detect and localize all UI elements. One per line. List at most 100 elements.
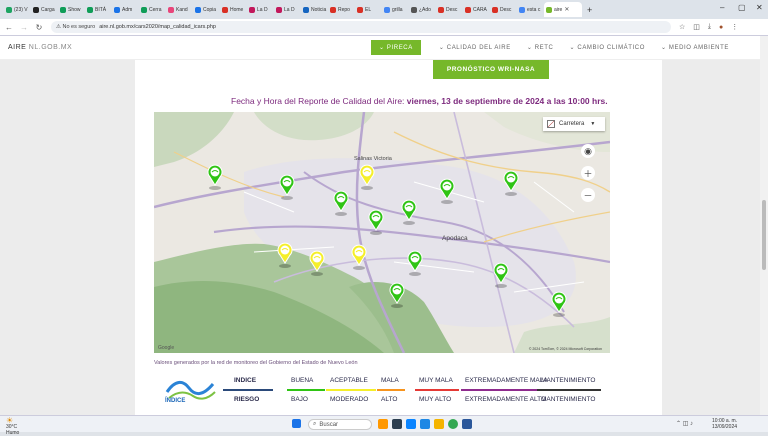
legend-risk-label: MUY ALTO	[419, 396, 452, 403]
station-marker-aceptable[interactable]	[276, 242, 294, 268]
nav-item-label: MEDIO AMBIENTE	[668, 45, 729, 51]
zoom-in-button[interactable]: ＋	[581, 166, 595, 180]
legend-index-header: INDICE	[234, 377, 257, 384]
extensions-icon[interactable]: ◫	[693, 23, 700, 31]
edge-icon[interactable]	[406, 419, 416, 429]
tab-label: Kand	[176, 6, 188, 13]
browser-tab[interactable]: Desc	[436, 2, 462, 17]
station-marker-aceptable[interactable]	[350, 244, 368, 270]
new-tab-button[interactable]: +	[587, 5, 592, 15]
security-indicator[interactable]: ⚠ No es seguro	[56, 24, 95, 30]
browser-tab[interactable]: EL	[355, 2, 381, 17]
taskbar-search[interactable]: ⌕ Buscar	[308, 419, 372, 430]
station-marker-aceptable[interactable]	[358, 164, 376, 190]
tab-favicon	[465, 6, 471, 13]
nav-item-3[interactable]: ⌄ CAMBIO CLIMÁTICO	[569, 44, 645, 51]
station-marker-aceptable[interactable]	[308, 250, 326, 276]
locate-me-icon[interactable]: ◉	[581, 144, 595, 158]
taskbar-clock[interactable]: 10:00 a. m. 13/09/2024	[712, 418, 737, 430]
station-marker-buena[interactable]	[438, 178, 456, 204]
browser-tab[interactable]: Kand	[166, 2, 192, 17]
close-window-icon[interactable]: ✕	[756, 3, 763, 12]
browser-tab[interactable]: La D	[247, 2, 273, 17]
nav-item-1[interactable]: ⌄ CALIDAD DEL AIRE	[439, 44, 511, 51]
browser-tab[interactable]: ¿Ado	[409, 2, 435, 17]
browser-tab[interactable]: esta c	[517, 2, 543, 17]
legend-risk-label: MANTENIMIENTO	[541, 396, 596, 403]
tray-icons[interactable]: ⌃ ◫ ♪	[676, 420, 693, 427]
chrome-icon[interactable]	[448, 419, 458, 429]
zoom-out-button[interactable]: －	[581, 188, 595, 202]
page-scrollbar[interactable]	[760, 36, 768, 415]
browser-tab[interactable]: Home	[220, 2, 246, 17]
tab-label: Copia	[203, 6, 217, 13]
back-icon[interactable]: ←	[3, 23, 15, 32]
station-marker-buena[interactable]	[206, 164, 224, 190]
tab-favicon	[195, 6, 201, 13]
legend-color-bar	[415, 389, 459, 391]
nav-item-0[interactable]: ⌄ PIRECA	[371, 40, 421, 55]
browser-tab[interactable]: grilla	[382, 2, 408, 17]
search-icon: ⌕	[313, 421, 317, 427]
windows-start-icon[interactable]	[292, 419, 301, 428]
station-marker-buena[interactable]	[550, 291, 568, 317]
star-icon[interactable]: ☆	[679, 23, 685, 31]
browser-tab[interactable]: Cerra	[139, 2, 165, 17]
forward-icon[interactable]: →	[18, 23, 30, 32]
station-marker-buena[interactable]	[502, 170, 520, 196]
browser-tab[interactable]: Noticia	[301, 2, 327, 17]
map-pin-icon	[333, 190, 349, 216]
profile-avatar[interactable]: ●	[719, 24, 723, 31]
task-view-icon[interactable]	[392, 419, 402, 429]
browser-menu-icon[interactable]: ⋮	[731, 23, 738, 31]
logo-light: NL.GOB.MX	[28, 44, 73, 51]
air-quality-map[interactable]: Apodaca Salinas Victoria Carretera ▼ ◉ ＋…	[154, 112, 610, 353]
browser-tab[interactable]: Show	[58, 2, 84, 17]
browser-tab[interactable]: Repo	[328, 2, 354, 17]
tab-label: Repo	[338, 6, 350, 13]
station-marker-buena[interactable]	[367, 209, 385, 235]
nav-item-2[interactable]: ⌄ RETC	[527, 44, 554, 51]
nav-item-4[interactable]: ⌄ MEDIO AMBIENTE	[661, 44, 729, 51]
station-marker-buena[interactable]	[278, 174, 296, 200]
browser-tab[interactable]: CARA	[463, 2, 489, 17]
site-logo[interactable]: AIRE NL.GOB.MX	[8, 44, 72, 51]
close-tab-icon[interactable]: ✕	[564, 6, 569, 13]
legend-index-label: ACEPTABLE	[330, 377, 368, 384]
scrollbar-thumb[interactable]	[762, 200, 766, 270]
map-layers-icon	[547, 120, 555, 128]
browser-tab[interactable]: (23) V	[4, 2, 30, 17]
browser-tab-strip: (23) V Carga Show BITÁ Adm Cerra Kand Copia Home…	[0, 0, 768, 19]
map-pin-icon	[551, 291, 567, 317]
report-prefix: Fecha y Hora del Reporte de Calidad del …	[231, 96, 405, 106]
weather-widget[interactable]: ☀ 30°C Humo	[6, 417, 19, 436]
url-field[interactable]: ⚠ No es seguro aire.nl.gob.mx/cars2020/m…	[51, 21, 671, 33]
file-explorer-icon[interactable]	[378, 419, 388, 429]
browser-tab[interactable]: La D	[274, 2, 300, 17]
tab-favicon	[33, 6, 39, 13]
browser-tab[interactable]: Desc	[490, 2, 516, 17]
station-marker-buena[interactable]	[332, 190, 350, 216]
tab-active[interactable]: aire ✕	[544, 2, 582, 17]
browser-tab[interactable]: Carga	[31, 2, 57, 17]
station-marker-buena[interactable]	[388, 282, 406, 308]
station-marker-buena[interactable]	[492, 262, 510, 288]
download-icon[interactable]: ⤓	[708, 23, 711, 31]
station-marker-buena[interactable]	[406, 250, 424, 276]
map-type-selector[interactable]: Carretera ▼	[543, 117, 605, 131]
browser-tab[interactable]: Adm	[112, 2, 138, 17]
store-icon[interactable]	[420, 419, 430, 429]
word-icon[interactable]	[462, 419, 472, 429]
reload-icon[interactable]: ↻	[33, 23, 45, 32]
forecast-button[interactable]: PRONÓSTICO WRI-NASA	[433, 60, 549, 79]
windows-taskbar: ☀ 30°C Humo ⌕ Buscar ⌃ ◫ ♪ 10:00 a. m. 1…	[0, 415, 768, 436]
map-pin-icon	[351, 244, 367, 270]
browser-tab[interactable]: Copia	[193, 2, 219, 17]
browser-tab[interactable]: BITÁ	[85, 2, 111, 17]
maximize-icon[interactable]: ▢	[738, 3, 746, 12]
folder-icon[interactable]	[434, 419, 444, 429]
station-marker-buena[interactable]	[400, 199, 418, 225]
chevron-down-icon: ⌄	[661, 45, 669, 51]
minimize-icon[interactable]: –	[720, 3, 724, 12]
main-content: PRONÓSTICO WRI-NASA Fecha y Hora del Rep…	[135, 60, 662, 415]
